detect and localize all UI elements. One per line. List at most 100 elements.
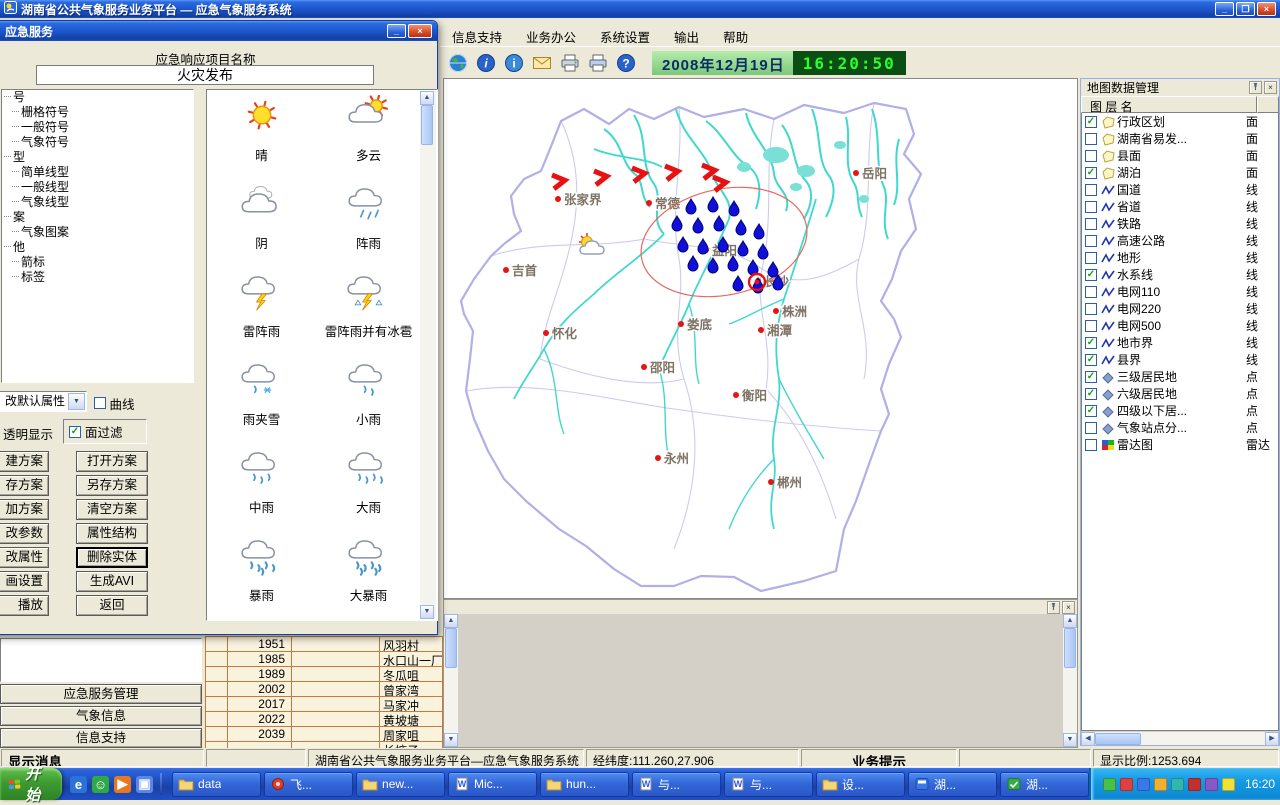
left-panel-button-3[interactable]: 信息支持 [0,728,202,748]
layer-row-5[interactable]: 国道线 [1082,181,1278,198]
layer-checkbox[interactable]: ✓ [1085,354,1097,366]
messenger-icon[interactable]: ☺ [92,776,109,793]
weather-symbol-rain-1[interactable]: 小雨 [346,359,392,447]
project-name-input[interactable] [36,65,374,85]
face-filter-checkbox[interactable]: ✓ [69,426,81,438]
tray-icon-2[interactable] [1120,778,1133,791]
menu-item-5[interactable]: 帮助 [711,25,760,48]
chevron-down-icon[interactable]: ▼ [68,393,85,410]
help-icon[interactable]: ? [614,51,638,75]
hscroll-thumb[interactable] [1095,733,1141,745]
weather-symbol-shower[interactable]: 阵雨 [346,183,392,271]
about-icon[interactable]: i [502,51,526,75]
layer-checkbox[interactable]: ✓ [1085,371,1097,383]
tray-icon-1[interactable] [1103,778,1116,791]
tree-item-13[interactable]: 标签 [2,270,193,285]
tree-item-2[interactable]: 栅格符号 [2,105,193,120]
dialog-button-left-6[interactable]: 画设置 [0,571,49,592]
tray-icon-5[interactable] [1171,778,1184,791]
layer-checkbox[interactable]: ✓ [1085,116,1097,128]
layer-checkbox[interactable] [1085,201,1097,213]
layer-row-6[interactable]: 省道线 [1082,198,1278,215]
weather-symbol-rain-5[interactable]: 大暴雨 [346,535,392,621]
tray-icon-4[interactable] [1154,778,1167,791]
dialog-minimize-button[interactable]: _ [387,24,406,38]
taskbar-task-8[interactable]: 设... [816,772,905,797]
dialog-button-right-2[interactable]: 另存方案 [76,475,148,496]
weather-symbol-overcast[interactable]: 阴 [239,183,285,271]
layer-checkbox[interactable]: ✓ [1085,167,1097,179]
taskbar-task-10[interactable]: 湖... [1000,772,1089,797]
menu-item-2[interactable]: 业务办公 [514,25,588,48]
table-row-4[interactable]: 2002曾家湾 [206,682,443,697]
tray-icon-6[interactable] [1188,778,1201,791]
layer-checkbox[interactable] [1085,286,1097,298]
column-more-button[interactable] [1257,96,1279,113]
scroll-left-icon[interactable]: ◀ [1081,732,1095,746]
layer-row-17[interactable]: ✓六级居民地点 [1082,385,1278,402]
curve-checkbox[interactable] [94,397,106,409]
maximize-button[interactable]: ❐ [1236,2,1255,16]
weather-symbol-rain-4[interactable]: 暴雨 [239,535,285,621]
weather-symbol-thunder[interactable]: 雷阵雨 [239,271,285,359]
column-header-layer-name[interactable]: 图 层 名 [1081,96,1257,113]
table-row-2[interactable]: 1985水口山一厂 [206,652,443,667]
layer-panel-hscrollbar[interactable]: ◀ ▶ [1081,731,1279,745]
tree-item-3[interactable]: 一般符号 [2,120,193,135]
scroll-up-icon[interactable]: ▲ [444,614,458,628]
tray-icon-3[interactable] [1137,778,1150,791]
tree-item-10[interactable]: 气象图案 [2,225,193,240]
layer-row-20[interactable]: 雷达图雷达 [1082,436,1278,453]
menu-item-1[interactable]: 信息支持 [440,25,514,48]
map-panel[interactable]: 岳阳张家界常德益阳长沙吉首娄底株洲湘潭怀化邵阳衡阳永州郴州 [443,78,1078,599]
taskbar-task-3[interactable]: new... [356,772,445,797]
pin-icon[interactable] [1249,81,1262,94]
taskbar-task-7[interactable]: W与... [724,772,813,797]
taskbar-task-4[interactable]: WMic... [448,772,537,797]
weather-symbol-rain-3[interactable]: 大雨 [346,447,392,535]
tray-icon-7[interactable] [1205,778,1218,791]
weather-symbol-sun[interactable]: 晴 [239,95,285,183]
dialog-button-left-7[interactable]: 播放 [0,595,49,616]
ie-icon[interactable]: e [70,776,87,793]
layer-checkbox[interactable]: ✓ [1085,337,1097,349]
scroll-down-icon[interactable]: ▼ [1063,733,1077,747]
dialog-button-right-3[interactable]: 清空方案 [76,499,148,520]
weather-symbol-cloud-sun[interactable]: 多云 [346,95,392,183]
close-icon[interactable]: × [1264,81,1277,94]
default-attr-dropdown[interactable]: 改默认属性 ▼ [0,391,87,412]
close-icon[interactable]: × [1062,601,1075,614]
scroll-up-icon[interactable]: ▲ [1063,614,1077,628]
tree-item-7[interactable]: 一般线型 [2,180,193,195]
minimize-button[interactable]: _ [1215,2,1234,16]
layer-checkbox[interactable] [1085,184,1097,196]
face-filter-group[interactable]: ✓ 面过滤 [63,419,147,444]
layer-checkbox[interactable] [1085,422,1097,434]
taskbar-task-9[interactable]: 湖... [908,772,997,797]
message-vscrollbar[interactable]: ▲ ▼ [1063,614,1077,747]
layer-row-19[interactable]: 气象站点分...点 [1082,419,1278,436]
transparent-checkbox-row[interactable]: 透明显示 [3,424,53,443]
weather-symbol-sleet[interactable]: 雨夹雪 [239,359,285,447]
layer-checkbox[interactable] [1085,150,1097,162]
layer-row-18[interactable]: ✓四级以下居...点 [1082,402,1278,419]
hunan-map[interactable]: 岳阳张家界常德益阳长沙吉首娄底株洲湘潭怀化邵阳衡阳永州郴州 [444,79,1077,598]
symbol-tree[interactable]: 号栅格符号一般符号气象符号型简单线型一般线型气象线型案气象图案他箭标标签 [1,89,194,383]
menu-item-4[interactable]: 输出 [662,25,711,48]
dialog-button-right-1[interactable]: 打开方案 [76,451,148,472]
layer-row-7[interactable]: 铁路线 [1082,215,1278,232]
table-row-3[interactable]: 1989冬瓜咀 [206,667,443,682]
dialog-button-left-2[interactable]: 存方案 [0,475,49,496]
tree-item-11[interactable]: 他 [2,240,193,255]
layer-checkbox[interactable] [1085,303,1097,315]
tree-item-6[interactable]: 简单线型 [2,165,193,180]
print-icon[interactable] [558,51,582,75]
dialog-button-right-6[interactable]: 生成AVI [76,571,148,592]
layer-row-11[interactable]: 电网110线 [1082,283,1278,300]
layer-checkbox[interactable] [1085,439,1097,451]
taskbar-task-5[interactable]: hun... [540,772,629,797]
layer-row-9[interactable]: 地形线 [1082,249,1278,266]
left-panel-button-1[interactable]: 应急服务管理 [0,684,202,704]
layer-row-2[interactable]: 湖南省易发...面 [1082,130,1278,147]
dialog-button-left-3[interactable]: 加方案 [0,499,49,520]
